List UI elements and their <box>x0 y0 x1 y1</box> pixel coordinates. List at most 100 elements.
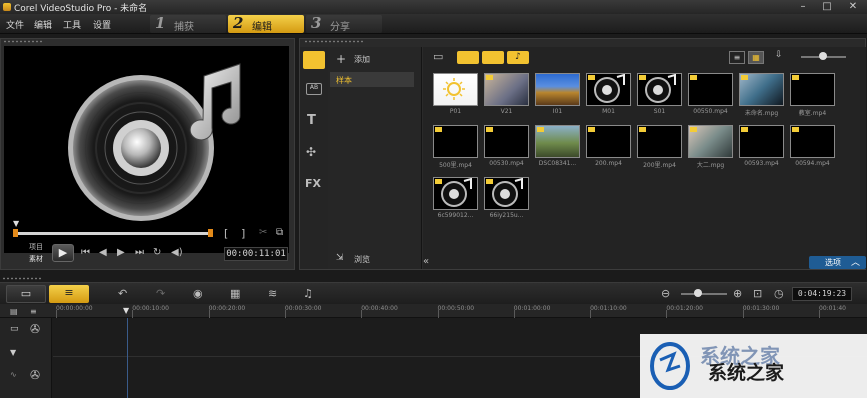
mark-in-button[interactable]: [ <box>224 227 228 240</box>
zoom-in-icon[interactable]: ⊕ <box>733 287 742 300</box>
library-thumbnail[interactable] <box>433 177 478 210</box>
library-thumbnail[interactable] <box>484 73 529 106</box>
menu-settings[interactable]: 设置 <box>93 18 111 31</box>
media-type-badge <box>690 75 697 80</box>
show-photo-icon[interactable] <box>482 51 504 64</box>
slider-knob[interactable] <box>694 289 702 297</box>
window-title: Corel VideoStudio Pro - 未命名 <box>14 4 148 14</box>
split-clip-icon[interactable]: ✂ <box>259 227 267 238</box>
previous-frame-icon[interactable]: ◀ <box>99 247 107 258</box>
library-thumbnail[interactable] <box>433 125 478 158</box>
library-thumbnail[interactable] <box>739 73 784 106</box>
next-frame-icon[interactable]: ▶ <box>117 247 125 258</box>
zoom-slider[interactable] <box>681 289 727 297</box>
enlarge-preview-icon[interactable]: ⧉ <box>276 227 283 238</box>
library-thumbnail[interactable] <box>790 125 835 158</box>
panel-grip[interactable] <box>2 277 42 280</box>
panel-grip[interactable] <box>3 40 43 43</box>
mix-audio-icon[interactable]: ▦ <box>230 287 240 300</box>
library-thumbnail[interactable] <box>535 125 580 158</box>
volume-icon[interactable]: ◀) <box>171 247 183 258</box>
thumbnail-label: M01 <box>602 108 615 115</box>
timecode-display[interactable]: 00:00:11:01 <box>224 247 288 261</box>
title-icon[interactable]: T <box>307 113 316 128</box>
library-thumbnail[interactable] <box>790 73 835 106</box>
options-button[interactable]: 选项 ︿ <box>809 256 866 269</box>
menu-tools[interactable]: 工具 <box>63 18 81 31</box>
library-thumbnail[interactable] <box>637 73 682 106</box>
close-button[interactable]: ✕ <box>845 0 861 14</box>
go-to-start-icon[interactable]: ⏮ <box>81 247 90 258</box>
mode-clip[interactable]: 素材 <box>29 254 43 264</box>
thumbnail-label: 200.mp4 <box>595 160 622 167</box>
record-capture-icon[interactable]: ◉ <box>193 287 203 300</box>
playhead-marker[interactable]: ▼ <box>13 219 20 228</box>
show-video-icon[interactable] <box>457 51 479 64</box>
show-audio-icon[interactable]: ♪ <box>507 51 529 64</box>
step-share[interactable]: 3 分享 <box>306 14 382 33</box>
browse-button[interactable]: 浏览 <box>354 254 370 265</box>
transition-icon[interactable]: ✣ <box>306 145 316 159</box>
step-label: 捕获 <box>174 22 194 33</box>
library-thumbnail[interactable] <box>586 125 631 158</box>
sort-icon[interactable]: ⇩ <box>775 50 789 64</box>
library-thumbnail[interactable] <box>637 125 682 158</box>
scrubber-bar[interactable] <box>13 229 213 237</box>
add-folder-button[interactable]: 添加 <box>354 54 370 65</box>
speaker-music-icon <box>68 63 241 221</box>
step-number: 3 <box>311 14 322 32</box>
timeline-ruler[interactable] <box>0 304 867 318</box>
step-edit[interactable]: 2 编辑 <box>228 14 304 33</box>
fx-icon[interactable]: FX <box>305 177 321 190</box>
track-manager-icon[interactable]: ▤ <box>10 307 18 316</box>
folder-sample[interactable]: 样本 <box>330 72 414 87</box>
link-icon[interactable]: ∿ <box>10 370 17 379</box>
trim-start-handle[interactable] <box>13 229 18 237</box>
instant-project-icon[interactable]: AB <box>306 83 322 95</box>
library-thumbnail[interactable] <box>688 125 733 158</box>
menu-edit[interactable]: 编辑 <box>34 18 52 31</box>
maximize-button[interactable]: □ <box>819 0 835 14</box>
mark-out-button[interactable]: ] <box>241 227 245 240</box>
minimize-button[interactable]: – <box>795 0 811 14</box>
thumbnail-label: V21 <box>500 108 513 115</box>
go-to-end-icon[interactable]: ⏭ <box>135 247 144 258</box>
repeat-icon[interactable]: ↻ <box>153 247 161 258</box>
media-icon[interactable] <box>303 51 325 69</box>
library-thumbnail[interactable] <box>535 73 580 106</box>
thumbnail-label: 大二.mpg <box>696 162 725 169</box>
library-thumbnail[interactable] <box>688 73 733 106</box>
thumbnail-size-slider[interactable] <box>801 52 846 60</box>
library-thumbnail[interactable] <box>433 73 478 106</box>
mode-project[interactable]: 项目 <box>29 242 43 252</box>
folder-icon[interactable]: ▭ <box>433 50 443 63</box>
chapter-icon[interactable]: ≡ <box>30 307 37 316</box>
thumbnail-view-icon[interactable]: ▦ <box>748 51 764 64</box>
collapse-icon[interactable]: « <box>423 256 429 267</box>
playhead-marker[interactable]: ▼ <box>123 306 129 315</box>
library-thumbnail[interactable] <box>586 73 631 106</box>
redo-icon[interactable]: ↷ <box>156 287 165 300</box>
slider-knob[interactable] <box>819 52 827 60</box>
timeline-playhead[interactable] <box>127 318 128 398</box>
undo-icon[interactable]: ↶ <box>118 287 127 300</box>
dropdown-arrow-icon[interactable]: ▼ <box>10 348 16 357</box>
list-view-icon[interactable]: ≡ <box>729 51 745 64</box>
library-thumbnail[interactable] <box>739 125 784 158</box>
library-thumbnail[interactable] <box>484 177 529 210</box>
menu-file[interactable]: 文件 <box>6 18 24 31</box>
add-icon[interactable]: + <box>336 52 346 66</box>
storyboard-view-icon[interactable]: ▭ <box>6 285 46 303</box>
fit-project-icon[interactable]: ⊡ <box>753 287 762 300</box>
step-capture[interactable]: 1 捕获 <box>150 14 226 33</box>
play-button[interactable]: ▶ <box>52 244 74 262</box>
auto-music-icon[interactable]: ≋ <box>268 287 277 300</box>
zoom-out-icon[interactable]: ⊖ <box>661 287 670 300</box>
panel-grip[interactable] <box>304 40 364 43</box>
browse-icon[interactable]: ⇲ <box>336 253 344 263</box>
library-thumbnail[interactable] <box>484 125 529 158</box>
movie-wizard-icon[interactable]: ♫ <box>303 287 313 300</box>
timeline-view-icon[interactable]: ≡ <box>49 285 89 303</box>
thumbnail-label: 6c599012... <box>437 212 474 219</box>
trim-end-handle[interactable] <box>208 229 213 237</box>
